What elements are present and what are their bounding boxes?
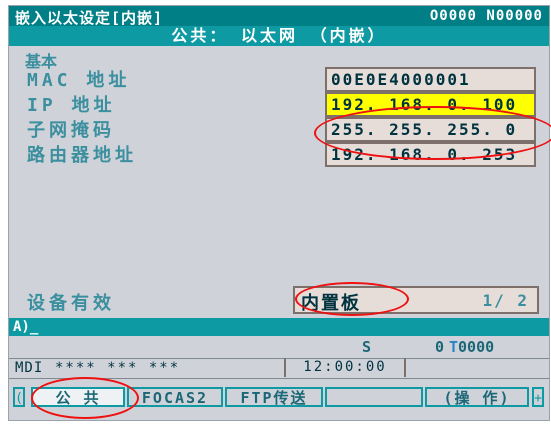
page-indicator: 1/ 2 <box>482 291 529 310</box>
softkey-ftp-transfer[interactable]: FTP传送 <box>225 387 323 407</box>
status-row: S 0 T0000 <box>9 337 549 357</box>
clock: 12:00:00 <box>284 358 406 377</box>
spindle-value: 0 <box>435 338 445 356</box>
ip-address-label: IP 地址 <box>27 95 116 116</box>
softkey-next[interactable]: + <box>532 387 544 407</box>
softkey-blank[interactable] <box>325 387 423 407</box>
page-subtitle: 公共： 以太网 （内嵌） <box>9 26 549 46</box>
device-valid-label: 设备有效 <box>27 293 115 314</box>
title-bar: 嵌入以太设定[内嵌] O0000 N00000 <box>9 6 549 27</box>
softkey-annotation-circle <box>31 377 139 419</box>
router-address-label: 路由器地址 <box>27 145 137 166</box>
tool-number: 0000 <box>458 338 495 356</box>
mac-address-label: MAC 地址 <box>27 70 131 91</box>
softkey-return[interactable]: ( <box>13 387 25 407</box>
softkey-operation[interactable]: (操 作) <box>425 387 529 407</box>
tool-prefix: T <box>449 338 459 356</box>
mac-address-field[interactable]: 00E0E4000001 <box>325 67 536 92</box>
program-number: O0000 N00000 <box>429 8 543 24</box>
input-prompt: A)_ <box>13 319 39 335</box>
ip-annotation-circle <box>314 106 551 160</box>
mode-indicator: MDI <box>15 360 44 376</box>
softkey-focas2[interactable]: FOCAS2 <box>127 387 223 407</box>
status-stars: **** *** *** <box>55 360 181 376</box>
mode-row: MDI **** *** *** 12:00:00 <box>9 358 549 379</box>
tool-code: T0000 <box>449 338 494 356</box>
key-input-line[interactable]: A)_ <box>9 318 549 336</box>
cnc-screen: 嵌入以太设定[内嵌] O0000 N00000 公共： 以太网 （内嵌） 基本 … <box>8 5 551 421</box>
spindle-label: S <box>362 338 372 356</box>
screen-title: 嵌入以太设定[内嵌] <box>15 9 164 27</box>
device-annotation-circle <box>295 282 409 316</box>
subnet-mask-label: 子网掩码 <box>27 120 115 141</box>
